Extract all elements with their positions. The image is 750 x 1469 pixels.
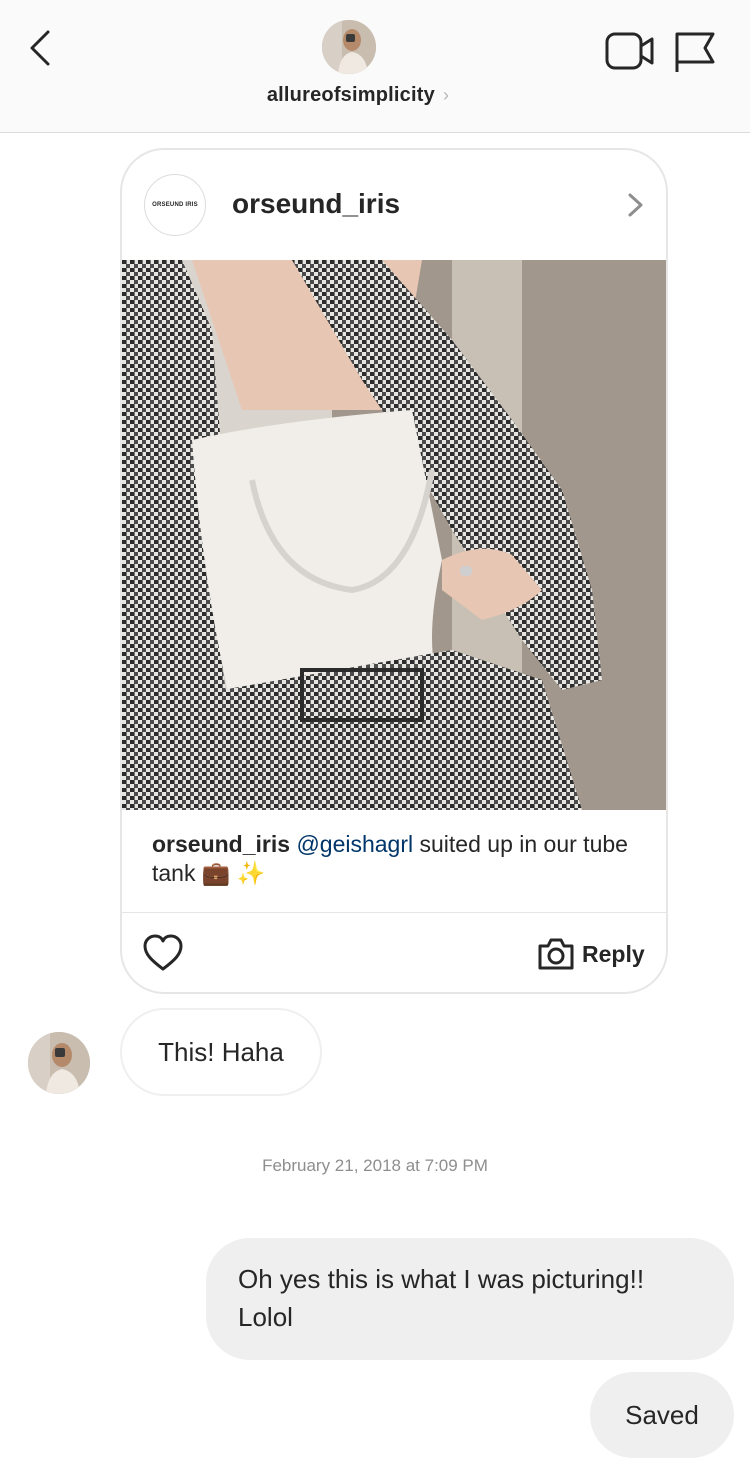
avatar-photo — [322, 20, 376, 74]
shared-post-username: orseund_iris — [232, 188, 401, 219]
video-camera-icon — [605, 32, 654, 70]
camera-icon — [538, 938, 574, 970]
report-button[interactable] — [672, 30, 718, 74]
caption-username[interactable]: orseund_iris — [152, 831, 290, 857]
chevron-right-icon: › — [442, 85, 450, 105]
flag-icon — [675, 32, 715, 72]
chevron-left-icon — [30, 30, 50, 66]
avatar-photo — [28, 1032, 90, 1094]
message-timestamp: February 21, 2018 at 7:09 PM — [262, 1156, 488, 1175]
outgoing-message[interactable]: Oh yes this is what I was picturing!! Lo… — [206, 1238, 734, 1360]
caption-mention[interactable]: @geishagrl — [296, 831, 413, 857]
sender-avatar[interactable] — [28, 1032, 90, 1094]
post-caption: orseund_iris @geishagrl suited up in our… — [152, 830, 642, 888]
reply-button[interactable]: Reply — [536, 934, 645, 974]
caption-emoji: 💼 ✨ — [201, 860, 266, 886]
shared-post-card[interactable]: ORSEUND IRIS orseund_iris orseund_iris @… — [120, 148, 668, 994]
shared-post-header[interactable]: ORSEUND IRIS orseund_iris — [122, 150, 666, 260]
reply-label: Reply — [582, 940, 645, 967]
conversation-header: allureofsimplicity › — [0, 0, 750, 133]
card-divider — [122, 912, 666, 913]
video-call-button[interactable] — [604, 30, 656, 74]
header-avatar[interactable] — [322, 20, 376, 74]
header-username[interactable]: allureofsimplicity › — [0, 84, 716, 107]
back-button[interactable] — [22, 26, 58, 70]
incoming-message[interactable]: This! Haha — [120, 1008, 322, 1096]
header-username-text: allureofsimplicity — [266, 84, 435, 106]
heart-icon — [143, 934, 183, 971]
post-photo[interactable] — [122, 260, 668, 810]
brand-logo: ORSEUND IRIS — [144, 174, 206, 236]
chevron-right-icon — [628, 193, 643, 217]
like-button[interactable] — [142, 934, 184, 972]
outgoing-message-saved[interactable]: Saved — [590, 1372, 734, 1458]
